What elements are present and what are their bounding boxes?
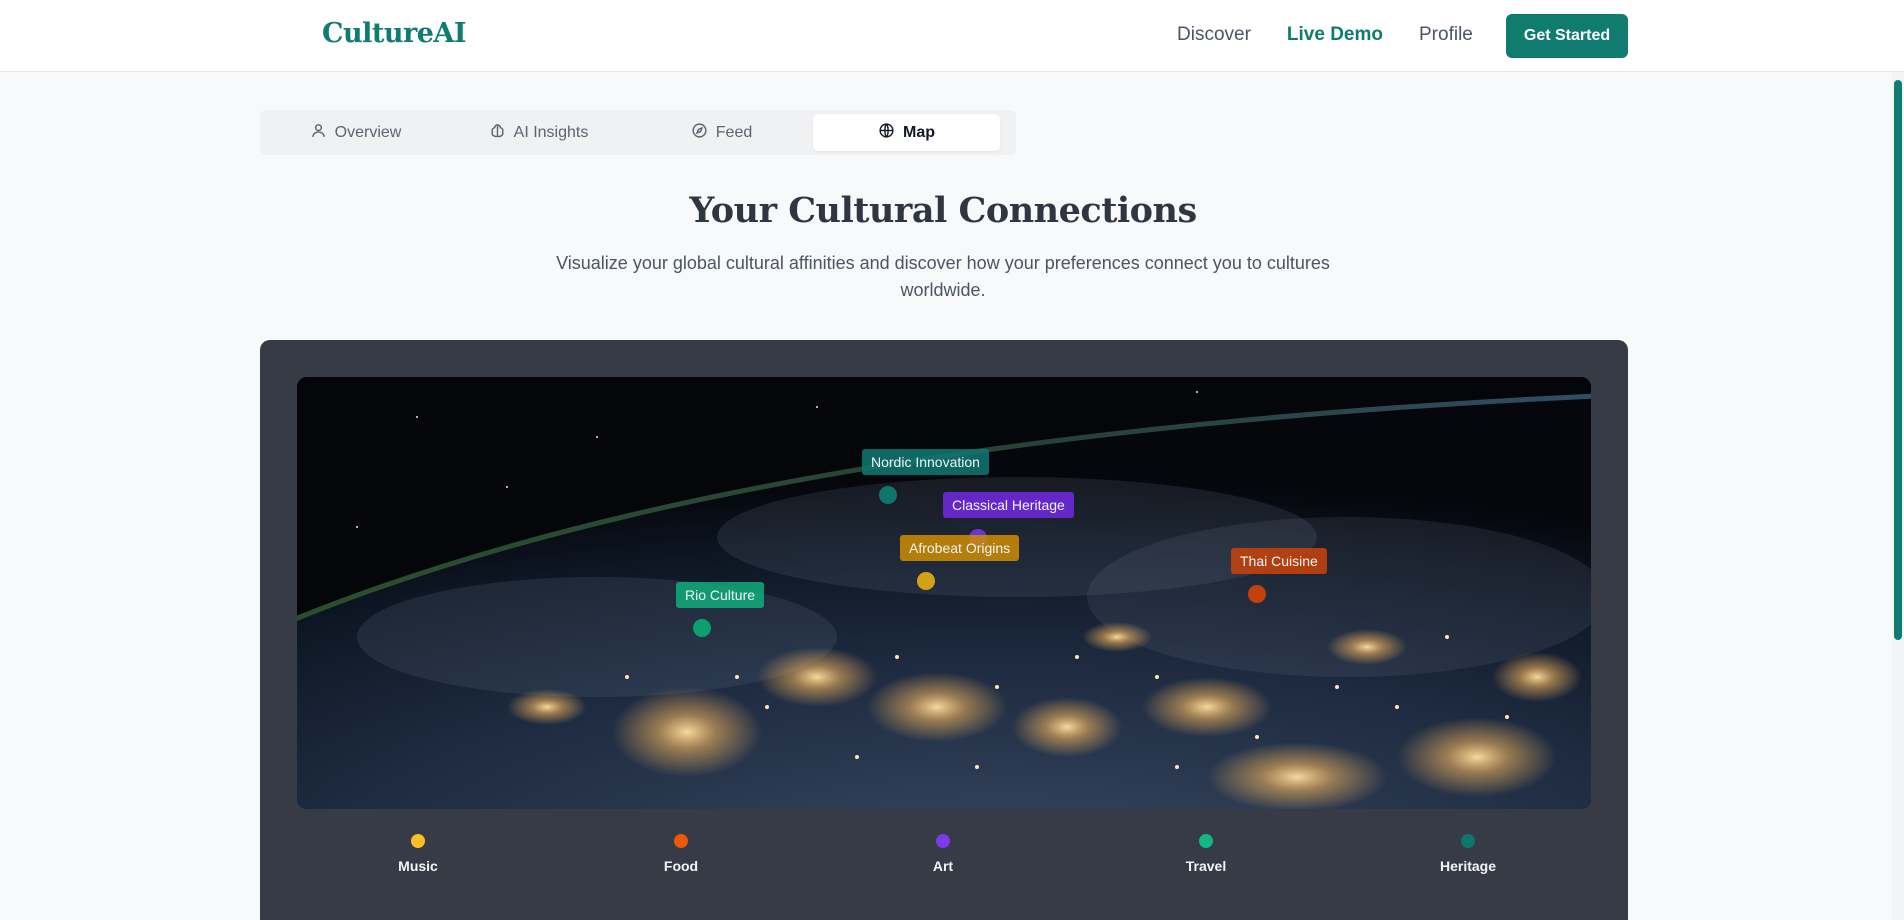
earth-night-image bbox=[297, 377, 1591, 809]
legend-item-music: Music bbox=[358, 834, 478, 874]
tab-label: AI Insights bbox=[513, 123, 589, 141]
marker-label-classical-heritage[interactable]: Classical Heritage bbox=[943, 492, 1074, 518]
top-navigation-bar: CultureAI Discover Live Demo Profile Get… bbox=[0, 0, 1904, 72]
marker-label-rio-culture[interactable]: Rio Culture bbox=[676, 582, 765, 608]
nav-profile[interactable]: Profile bbox=[1419, 24, 1473, 46]
logo[interactable]: CultureAI bbox=[322, 18, 466, 49]
marker-pin-rio-culture[interactable] bbox=[693, 619, 711, 637]
legend-item-travel: Travel bbox=[1146, 834, 1266, 874]
legend-dot-art bbox=[936, 834, 950, 848]
tab-label: Overview bbox=[334, 123, 402, 141]
user-icon bbox=[310, 122, 327, 144]
legend-label: Food bbox=[663, 858, 699, 874]
scrollbar-thumb[interactable] bbox=[1894, 80, 1902, 640]
marker-label-thai-cuisine[interactable]: Thai Cuisine bbox=[1231, 548, 1327, 574]
tab-overview[interactable]: Overview bbox=[264, 114, 447, 151]
nav-discover[interactable]: Discover bbox=[1177, 24, 1251, 46]
profile-tabs: Overview AI Insights Feed Map bbox=[260, 110, 1016, 155]
legend-label: Art bbox=[932, 858, 954, 874]
tab-label: Map bbox=[903, 123, 935, 141]
marker-pin-thai-cuisine[interactable] bbox=[1248, 585, 1266, 603]
legend-item-food: Food bbox=[621, 834, 741, 874]
legend-item-heritage: Heritage bbox=[1408, 834, 1528, 874]
marker-pin-nordic-innovation[interactable] bbox=[879, 486, 897, 504]
marker-label-nordic-innovation[interactable]: Nordic Innovation bbox=[862, 449, 989, 475]
brain-icon bbox=[489, 122, 506, 144]
tab-map[interactable]: Map bbox=[813, 114, 1000, 151]
legend-dot-food bbox=[674, 834, 688, 848]
main-nav: Discover Live Demo Profile bbox=[1177, 24, 1509, 46]
legend-label: Music bbox=[398, 858, 438, 874]
section-title: Your Cultural Connections bbox=[689, 190, 1197, 231]
section-subtitle: Visualize your global cultural affinitie… bbox=[556, 253, 1330, 300]
marker-pin-afrobeat-origins[interactable] bbox=[917, 572, 935, 590]
legend-dot-music bbox=[411, 834, 425, 848]
nav-live-demo[interactable]: Live Demo bbox=[1287, 24, 1383, 46]
marker-label-afrobeat-origins[interactable]: Afrobeat Origins bbox=[900, 535, 1020, 561]
world-map[interactable]: Nordic Innovation Classical Heritage Afr… bbox=[297, 377, 1591, 809]
globe-icon bbox=[878, 122, 895, 144]
legend-item-art: Art bbox=[883, 834, 1003, 874]
tab-ai-insights[interactable]: AI Insights bbox=[447, 114, 630, 151]
tab-label: Feed bbox=[715, 123, 753, 141]
compass-icon bbox=[691, 122, 708, 144]
tab-feed[interactable]: Feed bbox=[630, 114, 813, 151]
legend-label: Heritage bbox=[1439, 858, 1497, 874]
legend-label: Travel bbox=[1185, 858, 1227, 874]
legend-dot-travel bbox=[1199, 834, 1213, 848]
get-started-button[interactable]: Get Started bbox=[1506, 14, 1628, 58]
legend-dot-heritage bbox=[1461, 834, 1475, 848]
